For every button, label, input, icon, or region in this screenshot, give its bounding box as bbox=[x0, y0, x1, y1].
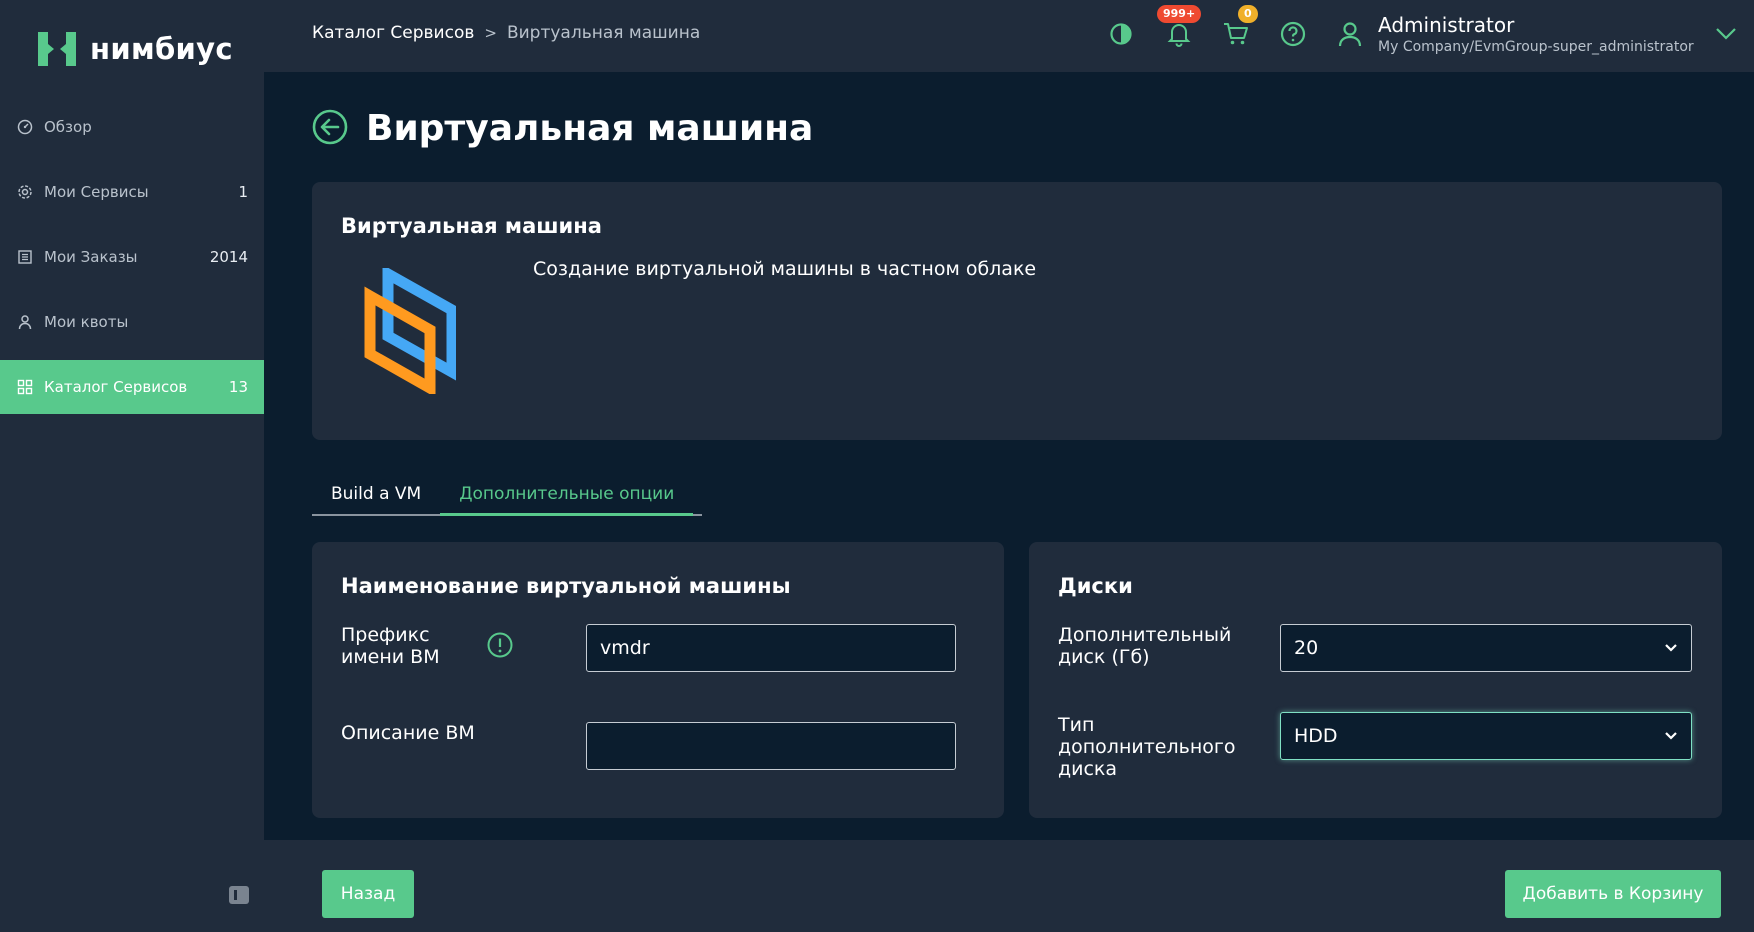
sidebar: нимбиус Обзор Мои Сервисы 1 Мои Заказы 2… bbox=[0, 0, 264, 932]
user-name[interactable]: Administrator bbox=[1378, 13, 1514, 37]
user-avatar-icon[interactable] bbox=[1336, 20, 1364, 48]
disks-card: Диски Дополнительный диск (Гб) 20 Тип до… bbox=[1029, 542, 1722, 818]
sidebar-item-label: Мои Заказы bbox=[44, 248, 138, 266]
page-header: Виртуальная машина bbox=[312, 108, 813, 149]
sidebar-item-overview[interactable]: Обзор bbox=[0, 100, 264, 154]
tab-bar: Build a VM Дополнительные опции bbox=[312, 470, 702, 516]
vm-name-card: Наименование виртуальной машины Префикс … bbox=[312, 542, 1004, 818]
dashboard-icon bbox=[16, 118, 34, 136]
tab-build-vm[interactable]: Build a VM bbox=[312, 470, 440, 514]
section-title: Наименование виртуальной машины bbox=[341, 574, 791, 598]
disk-type-label-line: Тип bbox=[1058, 714, 1095, 736]
sidebar-collapse-icon[interactable] bbox=[229, 886, 249, 904]
sidebar-item-label: Каталог Сервисов bbox=[44, 378, 188, 396]
sidebar-item-count: 2014 bbox=[209, 248, 248, 266]
vm-description-input[interactable] bbox=[586, 722, 956, 770]
vm-prefix-label-line: имени ВМ bbox=[341, 646, 440, 668]
back-arrow-icon[interactable] bbox=[312, 109, 348, 149]
page-title: Виртуальная машина bbox=[366, 108, 814, 149]
disk-type-label-line: диска bbox=[1058, 758, 1118, 780]
breadcrumb: Каталог Сервисов > Виртуальная машина bbox=[312, 23, 700, 43]
vm-prefix-input[interactable]: vmdr bbox=[586, 624, 956, 672]
sidebar-item-label: Мои квоты bbox=[44, 313, 129, 331]
back-button[interactable]: Назад bbox=[322, 870, 414, 918]
nimbus-logo-icon bbox=[38, 32, 76, 66]
gear-icon bbox=[16, 183, 34, 201]
main-content: Виртуальная машина Виртуальная машина Со… bbox=[264, 72, 1754, 932]
sidebar-item-my-services[interactable]: Мои Сервисы 1 bbox=[0, 165, 264, 219]
chevron-down-icon bbox=[1665, 732, 1677, 740]
extra-disk-label-line: диск (Гб) bbox=[1058, 646, 1150, 668]
sidebar-item-count: 13 bbox=[228, 378, 248, 396]
sidebar-item-label: Мои Сервисы bbox=[44, 183, 149, 201]
service-title: Виртуальная машина bbox=[341, 214, 602, 238]
notifications-bell-icon[interactable] bbox=[1165, 20, 1193, 48]
help-icon[interactable] bbox=[1279, 20, 1307, 48]
breadcrumb-link-catalog[interactable]: Каталог Сервисов bbox=[312, 23, 474, 43]
vm-description-label: Описание ВМ bbox=[341, 722, 475, 744]
sidebar-item-my-quotas[interactable]: Мои квоты bbox=[0, 295, 264, 349]
chevron-down-icon bbox=[1665, 644, 1677, 652]
grid-icon bbox=[16, 378, 34, 396]
extra-disk-label-line: Дополнительный bbox=[1058, 624, 1232, 646]
breadcrumb-separator: > bbox=[484, 24, 497, 42]
disk-type-value: HDD bbox=[1294, 725, 1338, 747]
sidebar-item-my-orders[interactable]: Мои Заказы 2014 bbox=[0, 230, 264, 284]
extra-disk-select[interactable]: 20 bbox=[1280, 624, 1692, 672]
theme-toggle-icon[interactable] bbox=[1107, 20, 1135, 48]
disk-type-label: Тип дополнительного диска bbox=[1058, 714, 1235, 780]
add-to-cart-button[interactable]: Добавить в Корзину bbox=[1505, 870, 1721, 918]
extra-disk-value: 20 bbox=[1294, 637, 1319, 659]
sidebar-item-service-catalog[interactable]: Каталог Сервисов 13 bbox=[0, 360, 264, 414]
notifications-badge: 999+ bbox=[1157, 5, 1202, 23]
disk-type-select[interactable]: HDD bbox=[1280, 712, 1692, 760]
list-icon bbox=[16, 248, 34, 266]
user-organization: My Company/EvmGroup-super_administrator bbox=[1378, 39, 1694, 55]
vm-prefix-label-line: Префикс bbox=[341, 624, 430, 646]
cart-badge: 0 bbox=[1238, 5, 1258, 23]
section-title: Диски bbox=[1058, 574, 1133, 598]
action-bar: Назад Добавить в Корзину bbox=[264, 840, 1754, 932]
sidebar-item-count: 1 bbox=[238, 183, 248, 201]
info-alert-icon[interactable] bbox=[487, 632, 513, 662]
tab-additional-options[interactable]: Дополнительные опции bbox=[440, 470, 694, 516]
brand-logo[interactable]: нимбиус bbox=[34, 28, 233, 70]
cart-icon[interactable] bbox=[1222, 20, 1250, 48]
disk-type-label-line: дополнительного bbox=[1058, 736, 1236, 758]
service-summary-card: Виртуальная машина Создание виртуальной … bbox=[312, 182, 1722, 440]
sidebar-item-label: Обзор bbox=[44, 118, 92, 136]
chevron-down-icon[interactable] bbox=[1712, 20, 1740, 48]
sidebar-nav: Обзор Мои Сервисы 1 Мои Заказы 2014 Мои … bbox=[0, 100, 264, 425]
user-icon bbox=[16, 313, 34, 331]
top-bar: Каталог Сервисов > Виртуальная машина 99… bbox=[264, 0, 1754, 72]
virtual-machine-logo-icon bbox=[364, 264, 458, 398]
service-description: Создание виртуальной машины в частном об… bbox=[533, 258, 1037, 280]
brand-name: нимбиус bbox=[90, 32, 233, 66]
vm-prefix-label: Префикс имени ВМ bbox=[341, 624, 440, 668]
breadcrumb-current: Виртуальная машина bbox=[506, 23, 701, 43]
extra-disk-label: Дополнительный диск (Гб) bbox=[1058, 624, 1231, 668]
